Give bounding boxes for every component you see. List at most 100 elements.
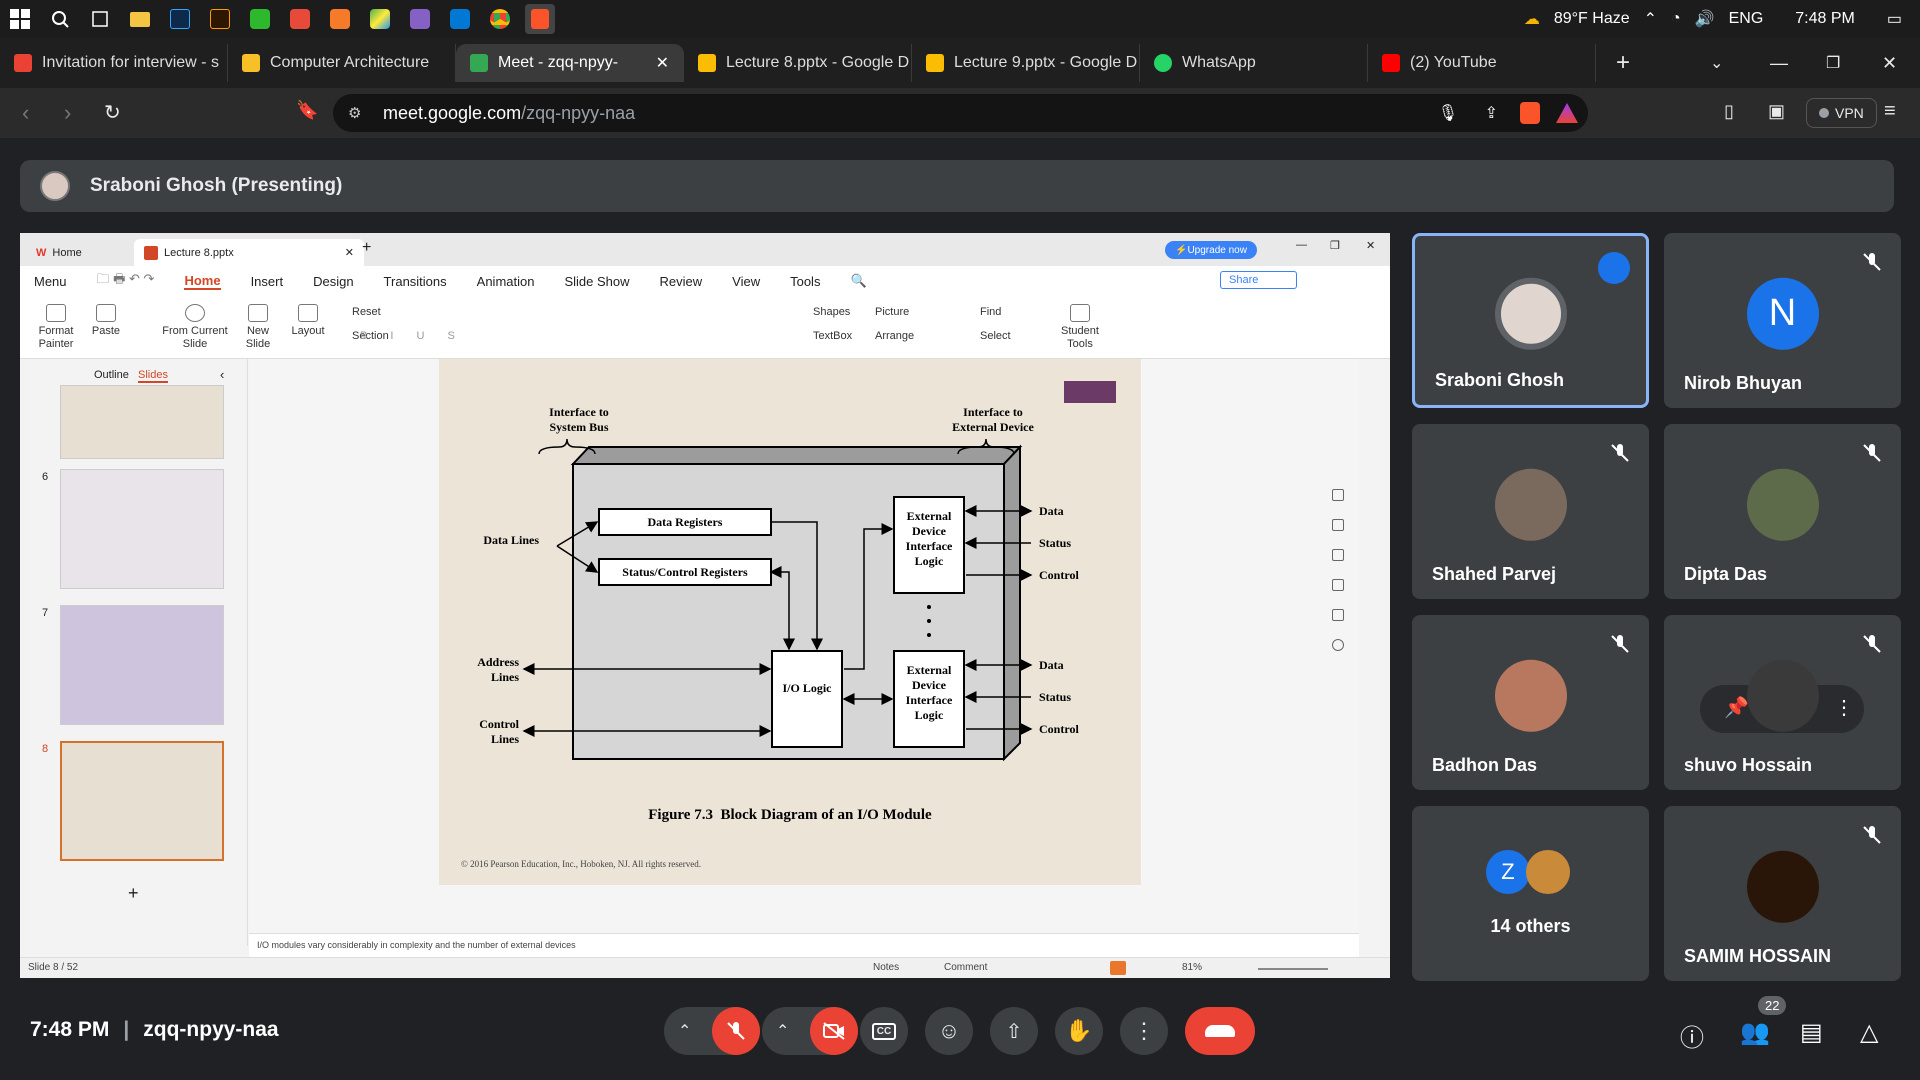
textbox-button[interactable]: TextBox: [813, 330, 852, 342]
menu-item-insert[interactable]: Insert: [251, 274, 284, 289]
wifi-icon[interactable]: ◔: [1671, 10, 1681, 28]
select-button[interactable]: Select: [980, 330, 1011, 342]
brave-icon[interactable]: [525, 4, 555, 34]
weather-text[interactable]: 89°F Haze: [1554, 10, 1630, 28]
chat-icon[interactable]: ▤: [1800, 1018, 1830, 1048]
wps-restore-icon[interactable]: ❐: [1330, 239, 1340, 252]
language-indicator[interactable]: ENG: [1729, 10, 1764, 28]
new-tab-icon[interactable]: +: [1616, 49, 1630, 77]
menu-item-menu[interactable]: Menu: [34, 274, 67, 289]
menu-item-tools[interactable]: Tools: [790, 274, 820, 289]
forward-icon[interactable]: ›: [64, 100, 71, 126]
add-doc-icon[interactable]: +: [362, 239, 371, 257]
app-red-icon[interactable]: [285, 4, 315, 34]
reactions-button[interactable]: ☺: [925, 1007, 973, 1055]
tab-outline[interactable]: Outline: [94, 369, 129, 381]
participant-tile[interactable]: Sraboni Ghosh: [1412, 233, 1649, 408]
app-multicolor-icon[interactable]: [365, 4, 395, 34]
tool-icon[interactable]: [1332, 489, 1344, 501]
arrange-button[interactable]: Arrange: [875, 330, 914, 342]
format-painter-button[interactable]: Format Painter: [34, 304, 78, 351]
tool-icon[interactable]: [1332, 609, 1344, 621]
brave-shields-icon[interactable]: [1520, 102, 1540, 124]
windows-start-icon[interactable]: [5, 4, 35, 34]
tab-lecture-9[interactable]: Lecture 9.pptx - Google D: [912, 44, 1140, 82]
participant-tile[interactable]: Badhon Das: [1412, 615, 1649, 790]
help-icon[interactable]: [1332, 639, 1344, 651]
paste-button[interactable]: Paste: [86, 304, 126, 338]
speaker-notes[interactable]: I/O modules vary considerably in complex…: [249, 933, 1359, 957]
back-icon[interactable]: ‹: [22, 100, 29, 126]
menu-item-review[interactable]: Review: [660, 274, 703, 289]
wps-home-tab[interactable]: W Home: [26, 239, 130, 266]
close-doc-icon[interactable]: ✕: [345, 246, 354, 259]
slide-thumbnail-5[interactable]: [60, 385, 224, 459]
video-options-icon[interactable]: ⌃: [776, 1021, 789, 1041]
from-current-slide-button[interactable]: From Current Slide: [160, 304, 230, 351]
tab-lecture-8[interactable]: Lecture 8.pptx - Google D: [684, 44, 912, 82]
new-slide-button[interactable]: New Slide: [240, 304, 276, 351]
file-explorer-icon[interactable]: [125, 4, 155, 34]
tab-meet[interactable]: Meet - zqq-npyy- ✕: [456, 44, 684, 82]
more-options-icon[interactable]: ⋮: [1834, 695, 1854, 720]
participant-tile[interactable]: Dipta Das: [1664, 424, 1901, 599]
site-settings-icon[interactable]: ⚙: [348, 104, 361, 122]
bookmark-icon[interactable]: 🔖: [296, 100, 318, 121]
tool-icon[interactable]: [1332, 579, 1344, 591]
notification-icon[interactable]: ▭: [1887, 9, 1902, 29]
tool-icon[interactable]: [1332, 519, 1344, 531]
illustrator-icon[interactable]: [205, 4, 235, 34]
share-button[interactable]: Share: [1220, 271, 1298, 289]
wallet-icon[interactable]: ▣: [1768, 101, 1785, 122]
camera-toggle-button[interactable]: [810, 1007, 858, 1055]
participant-tile[interactable]: N Nirob Bhuyan: [1664, 233, 1901, 408]
captions-button[interactable]: CC: [860, 1007, 908, 1055]
layout-button[interactable]: Layout: [288, 304, 328, 338]
mic-icon[interactable]: 🎙: [1438, 103, 1458, 123]
address-bar[interactable]: ⚙ meet.google.com/zqq-npyy-naa 🎙 ⇪: [333, 94, 1588, 132]
maximize-icon[interactable]: ❐: [1826, 53, 1840, 73]
taskbar-clock[interactable]: 7:48 PM: [1795, 10, 1855, 28]
chrome-icon[interactable]: [485, 4, 515, 34]
app-orange-icon[interactable]: [325, 4, 355, 34]
close-tab-icon[interactable]: ✕: [656, 53, 669, 73]
add-slide-icon[interactable]: +: [128, 883, 139, 904]
zoom-slider[interactable]: [1258, 968, 1328, 970]
vpn-button[interactable]: VPN: [1806, 98, 1877, 128]
menu-item-home[interactable]: Home: [184, 273, 221, 290]
pin-icon[interactable]: 📌: [1724, 695, 1749, 720]
shapes-button[interactable]: Shapes: [813, 306, 850, 318]
menu-item-animation[interactable]: Animation: [477, 274, 535, 289]
menu-item-view[interactable]: View: [732, 274, 760, 289]
menu-search-icon[interactable]: 🔍: [850, 273, 866, 289]
close-window-icon[interactable]: ✕: [1882, 53, 1897, 74]
tab-computer-architecture[interactable]: Computer Architecture: [228, 44, 456, 82]
task-view-icon[interactable]: [85, 4, 115, 34]
search-icon[interactable]: [45, 4, 75, 34]
raise-hand-button[interactable]: ✋: [1055, 1007, 1103, 1055]
share-icon[interactable]: ⇪: [1485, 103, 1498, 123]
audio-options-icon[interactable]: ⌃: [678, 1021, 691, 1041]
mic-toggle-button[interactable]: [712, 1007, 760, 1055]
tool-icon[interactable]: [1332, 549, 1344, 561]
brave-rewards-icon[interactable]: [1556, 103, 1578, 123]
sidebar-toggle-icon[interactable]: ▯: [1724, 101, 1734, 122]
tab-whatsapp[interactable]: WhatsApp: [1140, 44, 1368, 82]
leave-call-button[interactable]: [1185, 1007, 1255, 1055]
people-icon[interactable]: 👥: [1740, 1018, 1770, 1048]
tab-search-icon[interactable]: ⌄: [1710, 53, 1723, 73]
participant-tile[interactable]: 📌 ⋮ shuvo Hossain: [1664, 615, 1901, 790]
photoshop-icon[interactable]: [165, 4, 195, 34]
visual-studio-icon[interactable]: [405, 4, 435, 34]
participant-tile[interactable]: Shahed Parvej: [1412, 424, 1649, 599]
meeting-details-icon[interactable]: ⓘ: [1680, 1018, 1710, 1052]
menu-item-slide-show[interactable]: Slide Show: [564, 274, 629, 289]
comment-button[interactable]: Comment: [944, 962, 987, 973]
present-button[interactable]: ⇧: [990, 1007, 1038, 1055]
tab-youtube[interactable]: (2) YouTube: [1368, 44, 1596, 82]
play-slideshow-icon[interactable]: [1110, 961, 1126, 975]
more-options-button[interactable]: ⋮: [1120, 1007, 1168, 1055]
chevron-up-icon[interactable]: ⌃: [1644, 9, 1657, 29]
reset-button[interactable]: Reset: [352, 306, 381, 318]
reload-icon[interactable]: ↻: [104, 100, 121, 125]
